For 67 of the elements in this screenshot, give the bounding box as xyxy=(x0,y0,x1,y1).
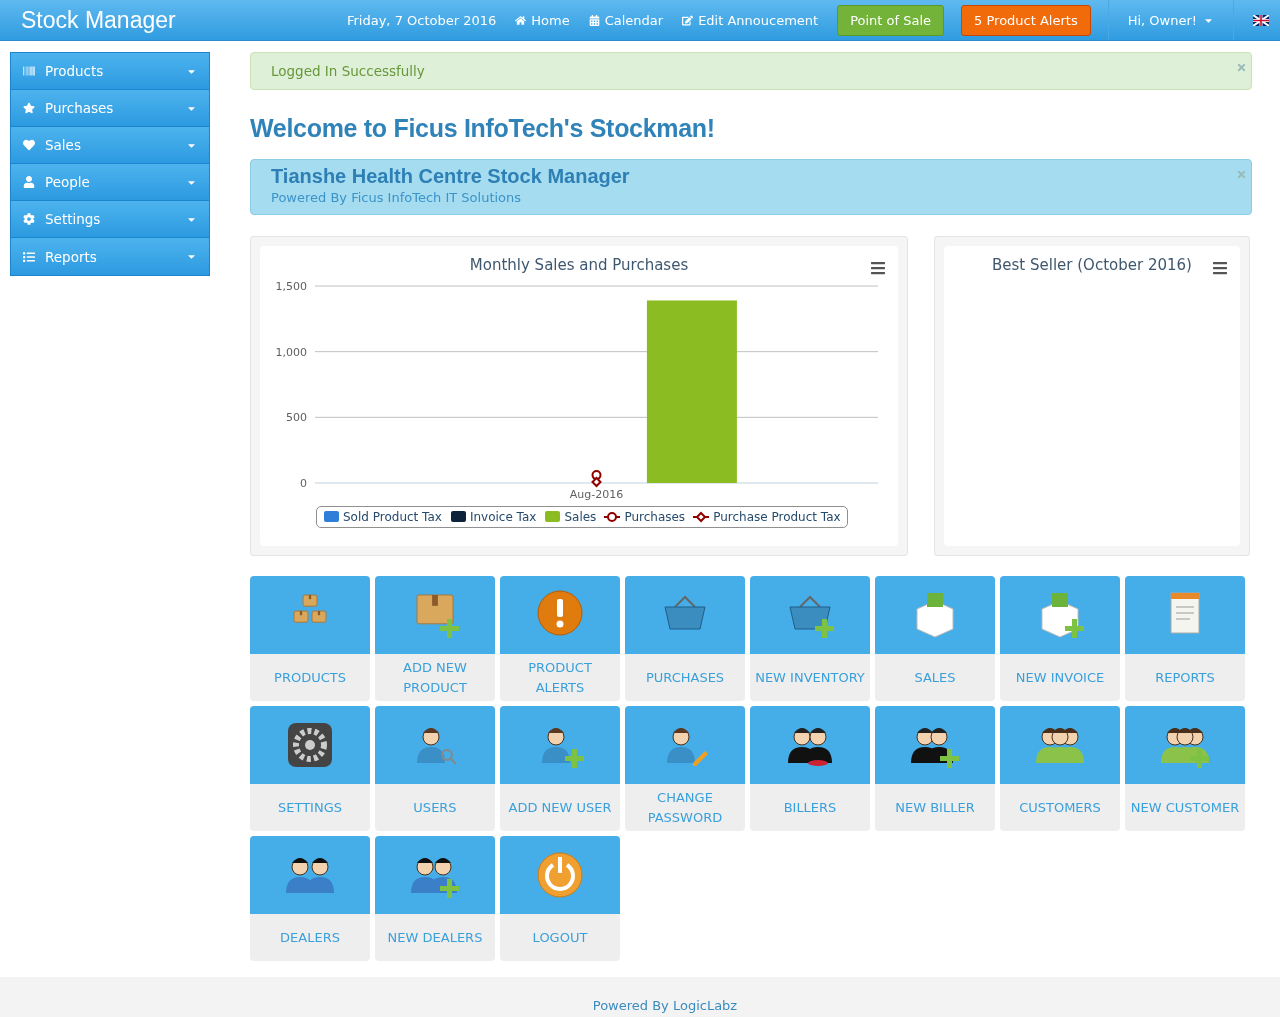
y-axis-label: 500 xyxy=(286,411,307,425)
home-icon xyxy=(515,14,527,26)
list-icon xyxy=(23,250,35,263)
shortcut-tile[interactable]: USERS xyxy=(375,706,495,831)
data-point xyxy=(591,476,602,488)
menu-icon[interactable] xyxy=(1212,260,1228,276)
sidebar-item[interactable]: Reports xyxy=(11,238,209,275)
settings-icon xyxy=(23,213,35,225)
shortcut-tile[interactable]: DEALERS xyxy=(250,836,370,961)
legend-marker-icon xyxy=(449,511,466,523)
sidebar-item[interactable]: Settings xyxy=(11,201,209,238)
chart-title: Monthly Sales and Purchases xyxy=(468,256,690,274)
footer-text: Powered By LogicLabz xyxy=(591,996,738,1013)
legend-label[interactable]: Purchases xyxy=(624,510,686,524)
shortcut-tile[interactable]: PRODUCT ALERTS xyxy=(500,576,620,701)
shortcut-tile[interactable]: NEW CUSTOMER xyxy=(1125,706,1245,831)
chart-title: Best Seller (October 2016) xyxy=(991,256,1193,274)
shortcut-tile[interactable]: ADD NEW PRODUCT xyxy=(375,576,495,701)
shortcut-tile[interactable]: NEW INVENTORY xyxy=(750,576,870,701)
page-heading: Welcome to Ficus InfoTech's Stockman! xyxy=(250,114,716,143)
nav-link[interactable]: Calendar xyxy=(588,12,664,28)
shortcut-tile[interactable]: PRODUCTS xyxy=(250,576,370,701)
y-axis-label: 1,000 xyxy=(275,345,307,359)
nav-button[interactable]: Point of Sale xyxy=(837,4,945,36)
info-title: Tianshe Health Centre Stock Manager xyxy=(271,165,631,188)
user-menu-button[interactable]: Hi, Owner! xyxy=(1107,0,1234,40)
app-title[interactable]: Stock Manager xyxy=(21,6,347,34)
star-icon xyxy=(23,102,35,114)
alert-text: Logged In Successfully xyxy=(271,63,426,79)
nav-button[interactable]: 5 Product Alerts xyxy=(961,4,1091,36)
edit-icon xyxy=(682,14,694,26)
shortcut-tile[interactable]: BILLERS xyxy=(750,706,870,831)
legend-marker-icon xyxy=(544,511,561,523)
sidebar-item[interactable]: Purchases xyxy=(11,90,209,127)
shortcut-tile[interactable]: NEW BILLER xyxy=(875,706,995,831)
menu-icon[interactable] xyxy=(870,260,886,276)
nav-link[interactable]: Home xyxy=(515,12,570,28)
sidebar-item[interactable]: People xyxy=(11,164,209,201)
flag-icon[interactable] xyxy=(1253,14,1269,26)
x-axis-label: Aug-2016 xyxy=(569,488,624,501)
shortcut-tile[interactable]: PURCHASES xyxy=(625,576,745,701)
user-icon xyxy=(23,176,35,188)
shortcut-tile[interactable]: SALES xyxy=(875,576,995,701)
y-axis-label: 0 xyxy=(300,477,307,490)
shortcut-tile[interactable]: LOGOUT xyxy=(500,836,620,961)
legend-label[interactable]: Sales xyxy=(564,510,597,524)
power-icon xyxy=(534,849,586,901)
sidebar-item[interactable]: Sales xyxy=(11,127,209,164)
calendar-icon xyxy=(588,14,600,26)
shortcut-tile[interactable]: REPORTS xyxy=(1125,576,1245,701)
barcode-icon xyxy=(23,65,35,77)
shortcut-tile[interactable]: SETTINGS xyxy=(250,706,370,831)
shortcut-tile[interactable]: NEW DEALERS xyxy=(375,836,495,961)
date-text: Friday, 7 October 2016 xyxy=(346,12,497,28)
y-axis-label: 1,500 xyxy=(275,280,307,293)
legend-marker-icon xyxy=(323,511,339,523)
shortcut-tile[interactable]: ADD NEW USER xyxy=(500,706,620,831)
legend-label[interactable]: Sold Product Tax xyxy=(343,510,442,524)
legend-label[interactable]: Invoice Tax xyxy=(469,510,537,524)
legend-label[interactable]: Purchase Product Tax xyxy=(713,510,841,524)
nav-link[interactable]: Edit Annoucement xyxy=(682,12,819,28)
shortcut-tile[interactable]: CHANGE PASSWORD xyxy=(625,706,745,831)
sidebar-item[interactable]: Products xyxy=(11,53,209,90)
info-subtitle: Powered By Ficus InfoTech IT Solutions xyxy=(271,190,523,205)
shortcut-tile[interactable]: NEW INVOICE xyxy=(1000,576,1120,701)
heart-icon xyxy=(23,139,35,151)
shortcut-tile[interactable]: CUSTOMERS xyxy=(1000,706,1120,831)
